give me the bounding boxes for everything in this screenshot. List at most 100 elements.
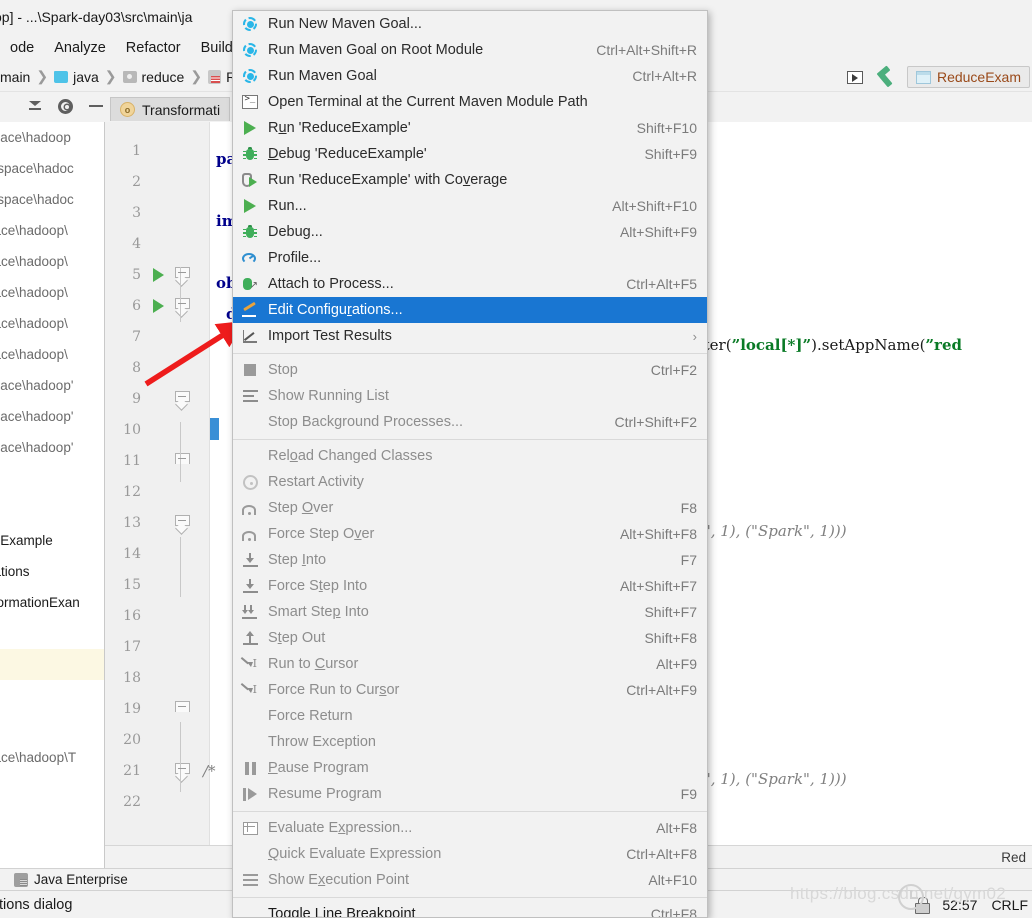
- gutter-line[interactable]: 17: [105, 631, 210, 662]
- project-list-item[interactable]: [0, 494, 104, 525]
- project-list-item[interactable]: [0, 463, 104, 494]
- project-list-item[interactable]: [0, 711, 104, 742]
- run-configuration-selector[interactable]: ReduceExam: [906, 66, 1030, 88]
- gutter-line[interactable]: 7: [105, 321, 210, 352]
- menu-item-step-out[interactable]: Step Out Shift+F8: [233, 625, 707, 651]
- menu-item-force-step-into[interactable]: Force Step Into Alt+Shift+F7: [233, 573, 707, 599]
- gutter-fold-region[interactable]: [169, 298, 195, 318]
- gutter-line[interactable]: 22: [105, 786, 210, 817]
- project-list-item[interactable]: pace\hadoop\: [0, 215, 104, 246]
- project-list-item[interactable]: rkspace\hadoc: [0, 184, 104, 215]
- gutter-line[interactable]: 21: [105, 755, 210, 786]
- fold-collapse-icon[interactable]: [174, 267, 190, 287]
- run-context-menu[interactable]: Run New Maven Goal... Run Maven Goal on R…: [232, 10, 708, 918]
- menu-item-attach-to-process[interactable]: ↗ Attach to Process... Ctrl+Alt+F5: [233, 271, 707, 297]
- menu-item-import-test-results[interactable]: Import Test Results ›: [233, 323, 707, 349]
- line-separator[interactable]: CRLF: [991, 897, 1028, 913]
- project-list-item[interactable]: pace\hadoop\T: [0, 742, 104, 773]
- menu-item-throw-exception[interactable]: Throw Exception: [233, 729, 707, 755]
- run-window-icon[interactable]: [846, 70, 863, 84]
- gutter-fold-region[interactable]: [169, 453, 195, 468]
- gutter-fold-region[interactable]: [169, 701, 195, 716]
- collapse-all-icon[interactable]: [28, 99, 42, 113]
- run-triangle-icon[interactable]: [152, 298, 164, 313]
- gutter-fold-region[interactable]: [169, 515, 195, 535]
- project-list-item[interactable]: rkspace\hadoc: [0, 153, 104, 184]
- fold-collapse-icon[interactable]: [174, 391, 190, 411]
- breadcrumb-item-main[interactable]: main: [0, 69, 30, 85]
- project-list-item[interactable]: [0, 618, 104, 649]
- gutter-line[interactable]: 8: [105, 352, 210, 383]
- menu-item-step-into[interactable]: Step Into F7: [233, 547, 707, 573]
- menu-item-evaluate-expression[interactable]: Evaluate Expression... Alt+F8: [233, 815, 707, 841]
- menu-item-stop-background-processes[interactable]: Stop Background Processes... Ctrl+Shift+F…: [233, 409, 707, 435]
- gear-icon[interactable]: [58, 98, 73, 114]
- breadcrumb-item-java[interactable]: java: [54, 69, 99, 85]
- fold-collapse-icon[interactable]: [174, 515, 190, 535]
- gutter-line[interactable]: 11: [105, 445, 210, 476]
- menu-item-restart-activity[interactable]: Restart Activity: [233, 469, 707, 495]
- menu-item-smart-step-into[interactable]: Smart Step Into Shift+F7: [233, 599, 707, 625]
- gutter-line[interactable]: 3: [105, 197, 210, 228]
- gutter-line[interactable]: 14: [105, 538, 210, 569]
- fold-end-icon[interactable]: [174, 453, 190, 468]
- gutter-line[interactable]: 12: [105, 476, 210, 507]
- gutter-fold-region[interactable]: [169, 267, 195, 287]
- menubar-item-code[interactable]: ode: [0, 38, 44, 58]
- gutter-fold-region[interactable]: [169, 391, 195, 411]
- menu-item-pause-program[interactable]: Pause Program: [233, 755, 707, 781]
- menu-item-run[interactable]: Run... Alt+Shift+F10: [233, 193, 707, 219]
- gutter-line[interactable]: 4: [105, 228, 210, 259]
- gutter-fold-region[interactable]: [169, 763, 195, 783]
- fold-collapse-icon[interactable]: [174, 763, 190, 783]
- hide-icon[interactable]: [89, 105, 103, 107]
- menu-item-run-maven-goal-on-root-module[interactable]: Run Maven Goal on Root Module Ctrl+Alt+Sh…: [233, 37, 707, 63]
- project-toolwindow[interactable]: space\hadoop rkspace\hadoc rkspace\hadoc pa…: [0, 122, 105, 868]
- project-list-item[interactable]: pace\hadoop\: [0, 246, 104, 277]
- menu-item-quick-evaluate-expression[interactable]: Quick Evaluate Expression Ctrl+Alt+F8: [233, 841, 707, 867]
- hammer-icon[interactable]: [875, 67, 895, 87]
- gutter-line[interactable]: 2: [105, 166, 210, 197]
- project-list-item[interactable]: nations: [0, 556, 104, 587]
- menu-item-force-run-to-cursor[interactable]: I Force Run to Cursor Ctrl+Alt+F9: [233, 677, 707, 703]
- editor-tab-transformation[interactable]: o Transformati: [110, 97, 231, 121]
- fold-end-icon[interactable]: [174, 701, 190, 716]
- menu-item-stop[interactable]: Stop Ctrl+F2: [233, 357, 707, 383]
- project-list-item[interactable]: space\hadoop: [0, 122, 104, 153]
- gutter-line[interactable]: 9: [105, 383, 210, 414]
- project-list-item[interactable]: s: [0, 804, 104, 835]
- gutter-line[interactable]: 19: [105, 693, 210, 724]
- menu-item-edit-configurations[interactable]: Edit Configurations...: [233, 297, 707, 323]
- menu-item-run-reduceexample-with-coverage[interactable]: Run 'ReduceExample' with Coverage: [233, 167, 707, 193]
- gutter-line[interactable]: 10: [105, 414, 210, 445]
- project-list-item[interactable]: sformationExan: [0, 587, 104, 618]
- gutter-line[interactable]: 15: [105, 569, 210, 600]
- menu-item-reload-changed-classes[interactable]: Reload Changed Classes: [233, 443, 707, 469]
- project-list-item[interactable]: pace\hadoop\: [0, 308, 104, 339]
- gutter-line[interactable]: 16: [105, 600, 210, 631]
- menubar-item-refactor[interactable]: Refactor: [116, 38, 191, 58]
- toolwindow-actions[interactable]: [0, 98, 103, 114]
- menu-item-run-to-cursor[interactable]: I Run to Cursor Alt+F9: [233, 651, 707, 677]
- menu-item-toggle-line-breakpoint[interactable]: Toggle Line Breakpoint Ctrl+F8: [233, 901, 707, 917]
- menu-item-resume-program[interactable]: Resume Program F9: [233, 781, 707, 807]
- bottom-bar-item-java-enterprise[interactable]: Java Enterprise: [0, 872, 128, 887]
- project-list-item[interactable]: space\hadoop': [0, 401, 104, 432]
- gutter-run-marker[interactable]: [147, 267, 169, 282]
- menu-item-profile[interactable]: Profile...: [233, 245, 707, 271]
- main-toolbar-right[interactable]: ReduceExam: [846, 62, 1032, 92]
- status-bar-right[interactable]: 52:57 CRLF: [915, 897, 1032, 914]
- project-list-item[interactable]: [0, 773, 104, 804]
- gutter-line[interactable]: 6: [105, 290, 210, 321]
- gutter-line[interactable]: 20: [105, 724, 210, 755]
- gutter-line[interactable]: 5: [105, 259, 210, 290]
- editor-gutter[interactable]: 1 2 3 4 5 6 7 8 9 10 11 12 13 14 15 16 17 18 19 20 21 22/*: [105, 122, 216, 845]
- project-list-item[interactable]: space\hadoop': [0, 370, 104, 401]
- project-list-item[interactable]: pace\hadoop\: [0, 277, 104, 308]
- menu-item-show-execution-point[interactable]: Show Execution Point Alt+F10: [233, 867, 707, 893]
- breadcrumb-item-reduce[interactable]: reduce: [122, 69, 184, 85]
- menu-item-step-over[interactable]: Step Over F8: [233, 495, 707, 521]
- caret-position[interactable]: 52:57: [942, 897, 977, 913]
- gutter-line[interactable]: 1: [105, 135, 210, 166]
- fold-collapse-icon[interactable]: [174, 298, 190, 318]
